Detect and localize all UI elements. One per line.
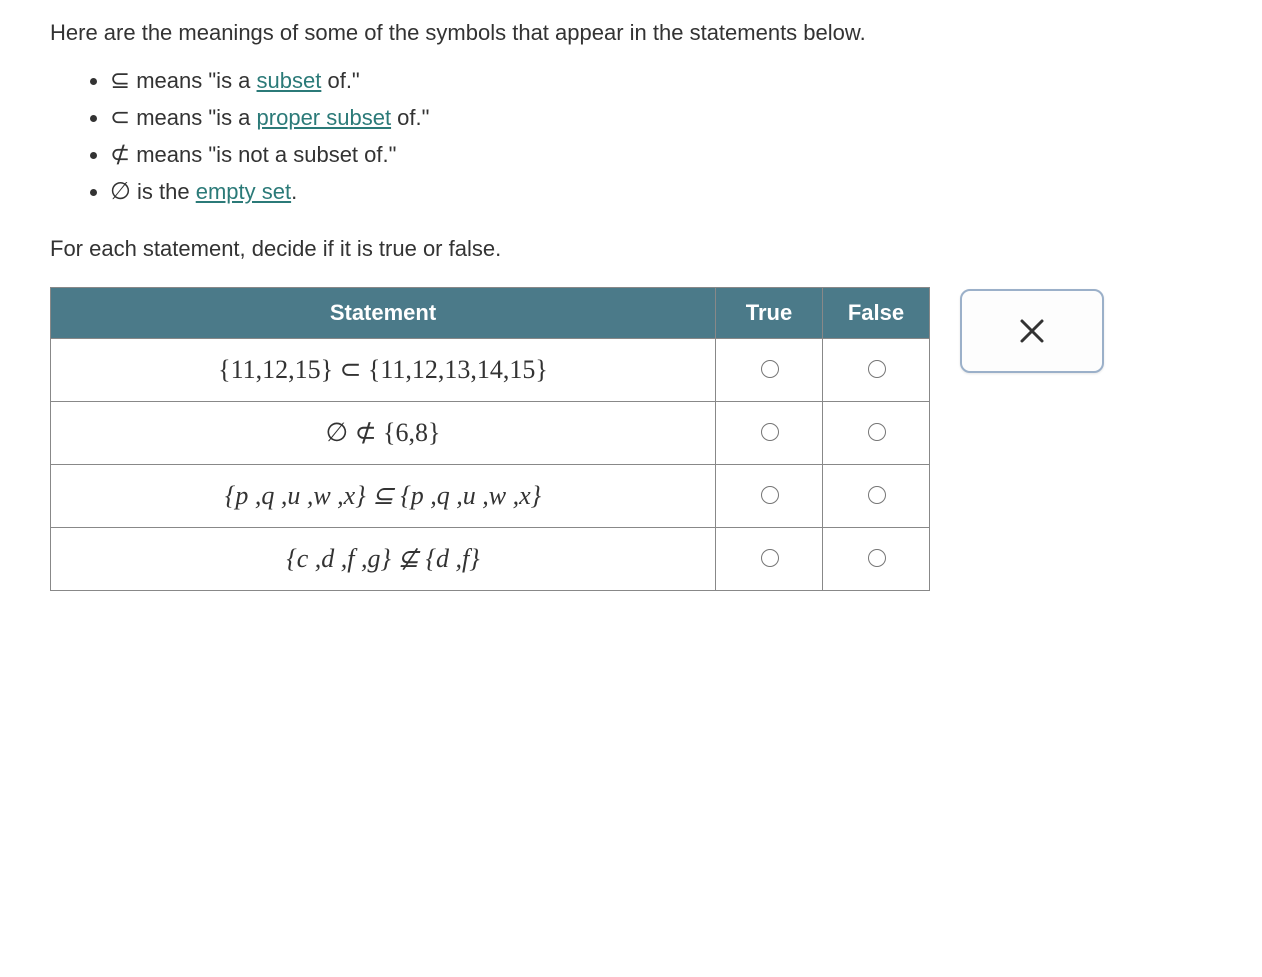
col-true: True [716,288,823,339]
row3-true-radio[interactable] [761,486,779,504]
bullet-not-subset: ⊄ means "is not a subset of." [110,140,1212,169]
subset-symbol: ⊆ [110,68,130,94]
link-subset[interactable]: subset [257,68,322,93]
close-button[interactable] [960,289,1104,373]
table-row: {p ,q ,u ,w ,x} ⊆ {p ,q ,u ,w ,x} [51,465,930,528]
row3-false-radio[interactable] [868,486,886,504]
row1-false-radio[interactable] [868,360,886,378]
empty-set-symbol: ∅ [110,179,131,205]
col-statement: Statement [51,288,716,339]
bullet-text-post: . [291,179,297,204]
table-row: {c ,d ,f ,g} ⊈ {d ,f} [51,528,930,591]
bullet-text-post: of." [391,105,429,130]
row2-true-radio[interactable] [761,423,779,441]
statement-2: ∅ ⊄ {6,8} [51,402,716,465]
link-empty-set[interactable]: empty set [196,179,291,204]
not-subset-symbol: ⊄ [110,142,130,168]
bullet-text-post: of." [321,68,359,93]
statements-table: Statement True False {11,12,15} ⊂ {11,12… [50,287,930,591]
bullet-text: means "is not a subset of." [130,142,396,167]
bullet-subset: ⊆ means "is a subset of." [110,66,1212,95]
col-false: False [823,288,930,339]
bullet-proper-subset: ⊂ means "is a proper subset of." [110,103,1212,132]
bullet-text: is the [131,179,196,204]
row1-true-radio[interactable] [761,360,779,378]
symbol-list: ⊆ means "is a subset of." ⊂ means "is a … [50,66,1212,206]
proper-subset-symbol: ⊂ [110,105,130,131]
table-row: {11,12,15} ⊂ {11,12,13,14,15} [51,339,930,402]
statement-4: {c ,d ,f ,g} ⊈ {d ,f} [51,528,716,591]
row4-true-radio[interactable] [761,549,779,567]
close-icon [1018,317,1046,345]
statement-1: {11,12,15} ⊂ {11,12,13,14,15} [51,339,716,402]
table-row: ∅ ⊄ {6,8} [51,402,930,465]
statement-3: {p ,q ,u ,w ,x} ⊆ {p ,q ,u ,w ,x} [51,465,716,528]
bullet-text: means "is a [130,68,256,93]
row4-false-radio[interactable] [868,549,886,567]
row2-false-radio[interactable] [868,423,886,441]
bullet-text: means "is a [130,105,256,130]
intro-text: Here are the meanings of some of the sym… [50,20,1212,46]
bullet-empty-set: ∅ is the empty set. [110,177,1212,206]
link-proper-subset[interactable]: proper subset [257,105,392,130]
instruction-text: For each statement, decide if it is true… [50,236,1212,262]
